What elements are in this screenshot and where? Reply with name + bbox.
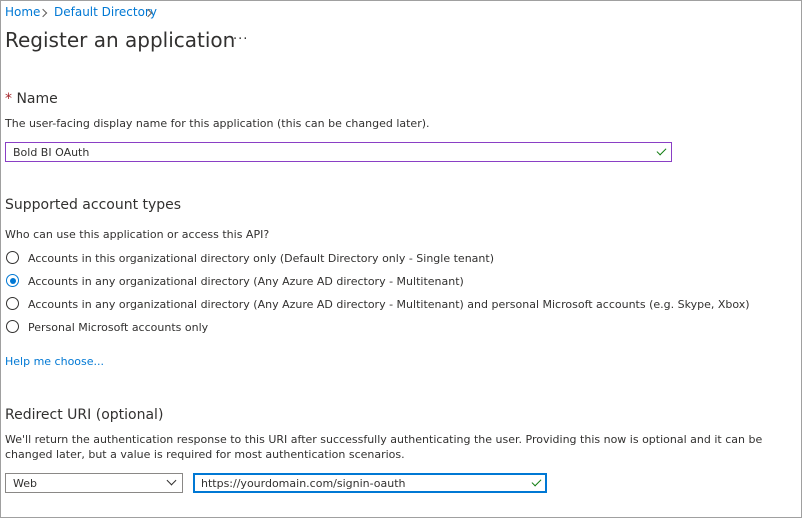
radio-multitenant-personal[interactable]: [6, 297, 19, 310]
redirect-uri-heading: Redirect URI (optional): [5, 407, 164, 423]
name-label: Name: [16, 91, 58, 107]
radio-label-single-tenant[interactable]: Accounts in this organizational director…: [28, 252, 494, 265]
radio-label-personal-only[interactable]: Personal Microsoft accounts only: [28, 321, 208, 334]
name-heading: * Name: [5, 91, 58, 107]
redirect-description-line1: We'll return the authentication response…: [5, 433, 763, 446]
app-name-input[interactable]: [5, 142, 672, 162]
radio-single-tenant[interactable]: [6, 251, 19, 264]
page-title: Register an application: [5, 28, 236, 52]
platform-select-value: Web: [13, 477, 37, 490]
platform-select[interactable]: Web: [5, 473, 183, 493]
redirect-description-line2: changed later, but a value is required f…: [5, 448, 405, 461]
account-types-question: Who can use this application or access t…: [5, 228, 270, 241]
chevron-down-icon: [166, 475, 177, 486]
radio-personal-only[interactable]: [6, 320, 19, 333]
radio-multitenant[interactable]: [6, 274, 19, 287]
help-me-choose-link[interactable]: Help me choose...: [5, 355, 104, 368]
more-icon[interactable]: ···: [233, 32, 248, 47]
breadcrumb-directory-link[interactable]: Default Directory: [54, 5, 157, 19]
radio-label-multitenant-personal[interactable]: Accounts in any organizational directory…: [28, 298, 750, 311]
breadcrumb-home-link[interactable]: Home: [5, 5, 40, 19]
redirect-uri-input[interactable]: [193, 473, 547, 493]
account-types-heading: Supported account types: [5, 197, 182, 213]
required-marker: *: [5, 91, 12, 107]
radio-label-multitenant[interactable]: Accounts in any organizational directory…: [28, 275, 464, 288]
name-description: The user-facing display name for this ap…: [5, 117, 430, 130]
